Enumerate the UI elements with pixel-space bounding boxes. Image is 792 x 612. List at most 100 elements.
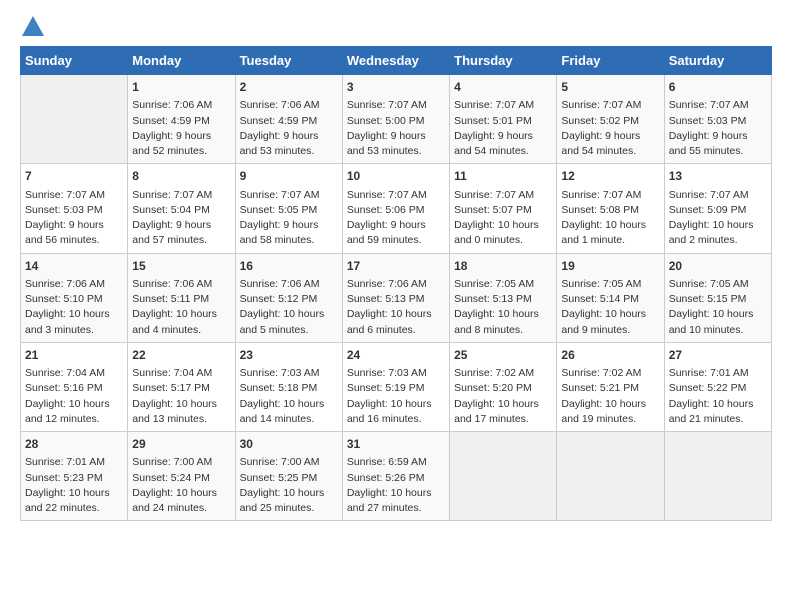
day-info: Sunrise: 7:04 AM [132,366,230,381]
calendar-cell [21,75,128,164]
day-info: Sunset: 5:09 PM [669,203,767,218]
calendar-cell: 28Sunrise: 7:01 AMSunset: 5:23 PMDayligh… [21,432,128,521]
day-number: 11 [454,168,552,185]
calendar-cell: 9Sunrise: 7:07 AMSunset: 5:05 PMDaylight… [235,164,342,253]
day-number: 23 [240,347,338,364]
header-wednesday: Wednesday [342,47,449,75]
day-info: Sunset: 5:18 PM [240,381,338,396]
calendar-cell: 24Sunrise: 7:03 AMSunset: 5:19 PMDayligh… [342,342,449,431]
day-info: Daylight: 10 hours [669,218,767,233]
day-info: and 19 minutes. [561,412,659,427]
day-info: Sunrise: 7:02 AM [561,366,659,381]
day-info: Daylight: 9 hours [347,129,445,144]
day-info: Sunset: 5:07 PM [454,203,552,218]
day-info: Sunrise: 7:01 AM [669,366,767,381]
day-info: Sunrise: 7:07 AM [132,188,230,203]
day-info: Daylight: 10 hours [669,397,767,412]
day-info: and 53 minutes. [240,144,338,159]
day-info: Sunrise: 7:06 AM [240,98,338,113]
day-info: and 24 minutes. [132,501,230,516]
day-info: Sunrise: 7:07 AM [561,98,659,113]
calendar-cell: 5Sunrise: 7:07 AMSunset: 5:02 PMDaylight… [557,75,664,164]
day-info: Daylight: 10 hours [561,218,659,233]
day-info: and 54 minutes. [454,144,552,159]
week-row-2: 7Sunrise: 7:07 AMSunset: 5:03 PMDaylight… [21,164,772,253]
day-number: 19 [561,258,659,275]
calendar-cell: 17Sunrise: 7:06 AMSunset: 5:13 PMDayligh… [342,253,449,342]
day-info: Sunrise: 7:06 AM [347,277,445,292]
logo [20,16,44,36]
day-info: Sunset: 5:00 PM [347,114,445,129]
day-info: and 2 minutes. [669,233,767,248]
day-info: Daylight: 10 hours [347,397,445,412]
day-number: 5 [561,79,659,96]
day-info: Sunrise: 7:06 AM [240,277,338,292]
week-row-4: 21Sunrise: 7:04 AMSunset: 5:16 PMDayligh… [21,342,772,431]
calendar-cell: 16Sunrise: 7:06 AMSunset: 5:12 PMDayligh… [235,253,342,342]
calendar-cell: 18Sunrise: 7:05 AMSunset: 5:13 PMDayligh… [450,253,557,342]
day-info: and 27 minutes. [347,501,445,516]
day-info: Daylight: 9 hours [240,218,338,233]
day-info: and 58 minutes. [240,233,338,248]
day-info: and 8 minutes. [454,323,552,338]
day-info: Sunrise: 7:02 AM [454,366,552,381]
week-row-3: 14Sunrise: 7:06 AMSunset: 5:10 PMDayligh… [21,253,772,342]
day-info: Sunset: 5:21 PM [561,381,659,396]
day-info: Daylight: 10 hours [454,218,552,233]
calendar-cell: 20Sunrise: 7:05 AMSunset: 5:15 PMDayligh… [664,253,771,342]
calendar-cell: 4Sunrise: 7:07 AMSunset: 5:01 PMDaylight… [450,75,557,164]
day-info: and 14 minutes. [240,412,338,427]
day-info: and 6 minutes. [347,323,445,338]
week-row-1: 1Sunrise: 7:06 AMSunset: 4:59 PMDaylight… [21,75,772,164]
day-info: Sunrise: 7:07 AM [454,188,552,203]
day-info: Sunrise: 7:05 AM [561,277,659,292]
day-number: 25 [454,347,552,364]
day-info: Sunset: 5:13 PM [454,292,552,307]
day-info: Sunset: 5:04 PM [132,203,230,218]
day-info: Sunrise: 7:03 AM [347,366,445,381]
day-info: Daylight: 10 hours [240,307,338,322]
calendar-cell: 12Sunrise: 7:07 AMSunset: 5:08 PMDayligh… [557,164,664,253]
header-friday: Friday [557,47,664,75]
calendar-cell: 31Sunrise: 6:59 AMSunset: 5:26 PMDayligh… [342,432,449,521]
day-info: and 25 minutes. [240,501,338,516]
day-number: 20 [669,258,767,275]
day-info: Sunset: 5:20 PM [454,381,552,396]
day-info: Sunrise: 7:07 AM [25,188,123,203]
calendar-table: SundayMondayTuesdayWednesdayThursdayFrid… [20,46,772,521]
calendar-cell: 15Sunrise: 7:06 AMSunset: 5:11 PMDayligh… [128,253,235,342]
day-info: Sunset: 5:26 PM [347,471,445,486]
day-info: and 52 minutes. [132,144,230,159]
day-info: Sunset: 5:08 PM [561,203,659,218]
day-info: Sunset: 5:06 PM [347,203,445,218]
day-info: Sunset: 5:03 PM [669,114,767,129]
day-info: Sunrise: 7:05 AM [454,277,552,292]
day-number: 16 [240,258,338,275]
day-number: 13 [669,168,767,185]
day-info: Daylight: 10 hours [561,307,659,322]
day-info: and 53 minutes. [347,144,445,159]
day-info: Daylight: 10 hours [454,397,552,412]
day-info: Daylight: 9 hours [669,129,767,144]
calendar-cell [450,432,557,521]
day-info: and 0 minutes. [454,233,552,248]
calendar-cell: 6Sunrise: 7:07 AMSunset: 5:03 PMDaylight… [664,75,771,164]
day-info: Sunrise: 7:07 AM [669,98,767,113]
calendar-cell: 1Sunrise: 7:06 AMSunset: 4:59 PMDaylight… [128,75,235,164]
calendar-cell: 27Sunrise: 7:01 AMSunset: 5:22 PMDayligh… [664,342,771,431]
day-info: Sunrise: 7:01 AM [25,455,123,470]
day-number: 1 [132,79,230,96]
calendar-cell: 2Sunrise: 7:06 AMSunset: 4:59 PMDaylight… [235,75,342,164]
day-info: Daylight: 9 hours [25,218,123,233]
day-number: 18 [454,258,552,275]
day-info: Sunset: 5:01 PM [454,114,552,129]
day-info: Sunrise: 7:06 AM [25,277,123,292]
calendar-cell: 21Sunrise: 7:04 AMSunset: 5:16 PMDayligh… [21,342,128,431]
day-info: Sunrise: 7:07 AM [347,98,445,113]
week-row-5: 28Sunrise: 7:01 AMSunset: 5:23 PMDayligh… [21,432,772,521]
day-info: and 55 minutes. [669,144,767,159]
day-info: Daylight: 9 hours [240,129,338,144]
day-info: Daylight: 10 hours [240,486,338,501]
day-info: Daylight: 9 hours [132,129,230,144]
calendar-cell: 14Sunrise: 7:06 AMSunset: 5:10 PMDayligh… [21,253,128,342]
